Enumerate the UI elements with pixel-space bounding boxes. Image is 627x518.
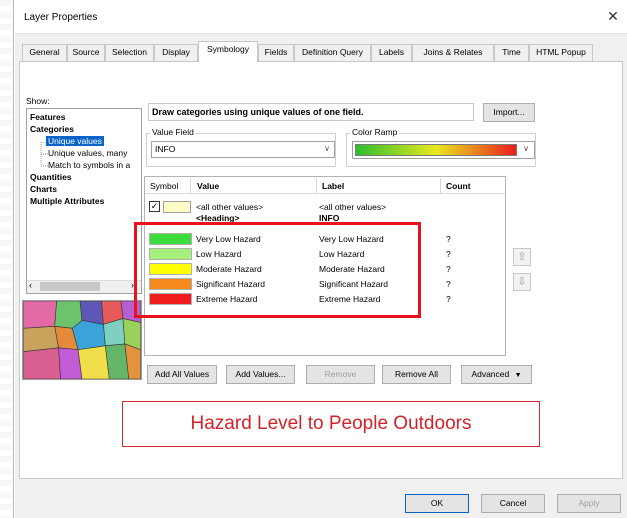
cancel-button[interactable]: Cancel <box>481 494 545 513</box>
tab-labels[interactable]: Labels <box>371 44 412 61</box>
remove-button[interactable]: Remove <box>306 365 375 384</box>
color-ramp-label: Color Ramp <box>350 127 400 137</box>
column-divider <box>190 178 191 193</box>
tab-joins-relates[interactable]: Joins & Relates <box>412 44 494 61</box>
map-preview-thumbnail <box>22 300 142 380</box>
move-down-icon[interactable]: ⇩ <box>513 273 531 291</box>
window-title: Layer Properties <box>24 12 98 23</box>
column-divider <box>316 178 317 193</box>
remove-all-button[interactable]: Remove All <box>382 365 451 384</box>
tab-source[interactable]: Source <box>67 44 105 61</box>
tree-item-multiple-attributes[interactable]: Multiple Attributes <box>30 196 104 206</box>
table-row-count: ? <box>446 279 451 289</box>
all-other-values-value: <all other values> <box>196 202 264 212</box>
table-row-count: ? <box>446 264 451 274</box>
column-header-label[interactable]: Label <box>322 181 344 191</box>
tree-item-features[interactable]: Features <box>30 112 65 122</box>
scroll-thumb[interactable] <box>40 282 100 291</box>
renderer-heading: Draw categories using unique values of o… <box>148 103 474 121</box>
dropdown-arrow-icon: ▼ <box>514 372 522 379</box>
value-field-select[interactable]: INFO <box>151 141 335 158</box>
window-left-edge <box>0 0 14 518</box>
show-label: Show: <box>26 96 50 106</box>
highlight-box <box>134 222 421 318</box>
tree-item-unique-values[interactable]: Unique values <box>46 136 104 146</box>
tab-fields[interactable]: Fields <box>258 44 294 61</box>
tab-time[interactable]: Time <box>494 44 529 61</box>
tree-item-quantities[interactable]: Quantities <box>30 172 72 182</box>
all-other-values-label: <all other values> <box>319 202 387 212</box>
tree-item-unique-values-many[interactable]: Unique values, many <box>48 148 127 158</box>
all-other-values-symbol[interactable] <box>163 201 191 213</box>
ok-button[interactable]: OK <box>405 494 469 513</box>
chevron-down-icon[interactable]: ∨ <box>320 141 334 158</box>
column-header-count[interactable]: Count <box>446 181 471 191</box>
tree-item-charts[interactable]: Charts <box>30 184 57 194</box>
tab-display[interactable]: Display <box>154 44 198 61</box>
title-bar <box>15 0 627 34</box>
table-row-count: ? <box>446 234 451 244</box>
add-values-button[interactable]: Add Values... <box>226 365 295 384</box>
tree-item-match-to-symbols[interactable]: Match to symbols in a <box>48 160 130 170</box>
move-up-icon[interactable]: ⇧ <box>513 248 531 266</box>
tree-connector-lines <box>40 142 48 167</box>
color-ramp-swatch <box>355 144 517 156</box>
apply-button[interactable]: Apply <box>557 494 621 513</box>
value-field-label: Value Field <box>150 127 196 137</box>
table-row-count: ? <box>446 249 451 259</box>
add-all-values-button[interactable]: Add All Values <box>147 365 217 384</box>
annotation-caption: Hazard Level to People Outdoors <box>122 401 540 447</box>
tab-definition-query[interactable]: Definition Query <box>294 44 371 61</box>
tab-symbology[interactable]: Symbology <box>198 41 258 62</box>
tab-selection[interactable]: Selection <box>105 44 154 61</box>
import-button[interactable]: Import... <box>483 103 535 122</box>
chevron-down-icon[interactable]: ∨ <box>519 141 533 159</box>
scroll-left-icon[interactable]: ‹ <box>29 280 32 290</box>
advanced-button-label: Advanced <box>471 369 510 379</box>
tab-html-popup[interactable]: HTML Popup <box>529 44 593 61</box>
all-other-values-checkbox[interactable]: ✓ <box>149 201 160 212</box>
column-header-symbol[interactable]: Symbol <box>150 181 178 191</box>
table-row-count: ? <box>446 294 451 304</box>
column-header-value[interactable]: Value <box>197 181 219 191</box>
close-icon[interactable]: ✕ <box>605 8 621 24</box>
tab-general[interactable]: General <box>22 44 67 61</box>
column-divider <box>440 178 441 193</box>
tree-item-categories[interactable]: Categories <box>30 124 74 134</box>
advanced-button[interactable]: Advanced ▼ <box>461 365 532 384</box>
